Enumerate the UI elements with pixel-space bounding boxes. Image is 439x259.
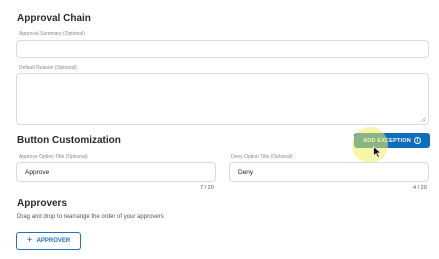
approvers-helper-text: Drag and drop to rearrange the order of …: [17, 214, 164, 220]
add-approver-button[interactable]: + APPROVER: [16, 232, 81, 250]
add-exception-label: ADD EXCEPTION: [363, 137, 411, 144]
approval-summary-input[interactable]: [16, 40, 429, 58]
approve-title-value: Approve: [25, 169, 50, 176]
deny-title-label: Deny Option Title (Optional): [231, 154, 293, 160]
mouse-cursor-icon: [373, 146, 382, 158]
add-approver-label: APPROVER: [36, 238, 71, 244]
plus-icon: +: [26, 235, 33, 246]
approval-summary-label: Approval Summary (Optional): [19, 31, 85, 37]
add-exception-button[interactable]: ADD EXCEPTION i: [354, 133, 430, 148]
approve-title-input[interactable]: Approve: [16, 162, 216, 182]
approve-title-label: Approve Option Title (Optional): [19, 154, 88, 160]
button-customization-heading: Button Customization: [17, 135, 121, 146]
deny-title-value: Deny: [238, 169, 254, 176]
default-reason-textarea[interactable]: [16, 73, 429, 125]
deny-char-count: 4 / 20: [413, 185, 427, 191]
approvers-heading: Approvers: [17, 198, 68, 209]
resize-handle-icon[interactable]: [421, 117, 426, 122]
info-icon: i: [413, 137, 421, 144]
approve-char-count: 7 / 20: [200, 185, 214, 191]
deny-title-input[interactable]: Deny: [229, 162, 429, 182]
default-reason-label: Default Reason (Optional): [19, 65, 77, 71]
approval-chain-heading: Approval Chain: [17, 13, 91, 24]
